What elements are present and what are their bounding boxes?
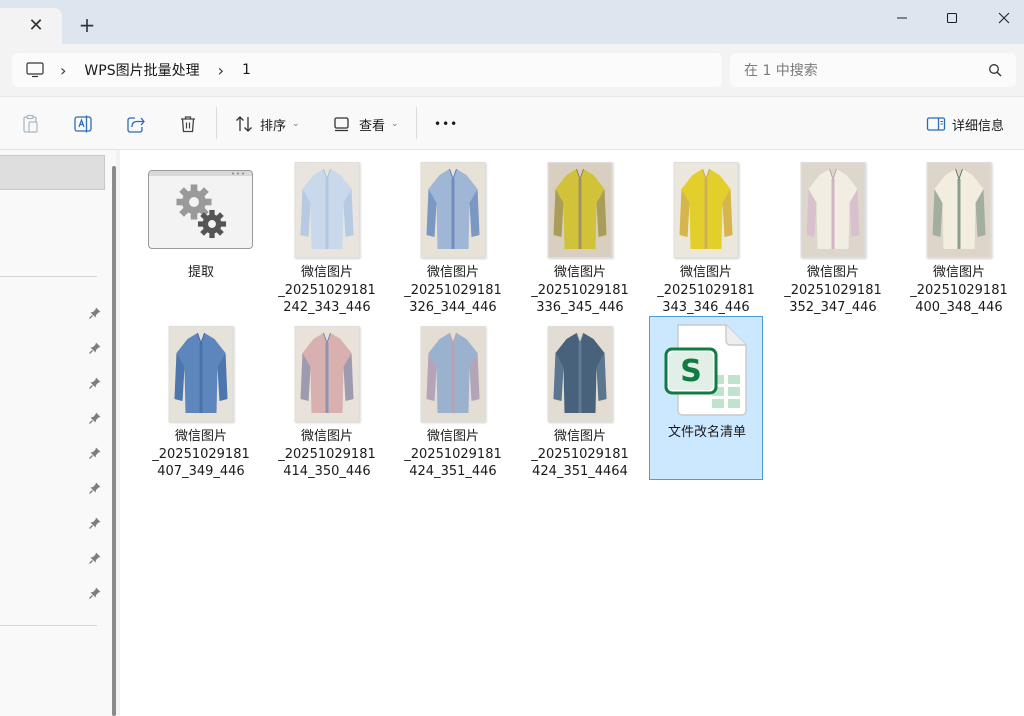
file-item[interactable]: 微信图片 _20251029181 352_347_446 xyxy=(776,152,890,316)
image-thumbnail xyxy=(673,162,739,258)
file-item[interactable]: 微信图片 _20251029181 336_345_446 xyxy=(523,152,637,316)
new-tab-button[interactable]: + xyxy=(78,15,96,35)
sort-button[interactable]: 排序 ⌄ xyxy=(234,111,300,137)
file-name-label: 微信图片 _20251029181 343_346_446 xyxy=(657,265,755,315)
file-name-label: 微信图片 _20251029181 424_351_446 xyxy=(404,429,502,479)
maximize-button[interactable] xyxy=(938,8,966,28)
image-thumbnail xyxy=(926,162,992,258)
pin-icon[interactable] xyxy=(88,585,102,599)
details-label: 详细信息 xyxy=(952,118,1005,134)
share-button[interactable] xyxy=(126,111,146,137)
close-button[interactable] xyxy=(990,8,1018,28)
delete-button[interactable] xyxy=(178,111,198,137)
navigation-pane xyxy=(0,150,116,716)
search-input[interactable]: 在 1 中搜索 xyxy=(730,53,1016,87)
file-item[interactable]: 微信图片 _20251029181 414_350_446 xyxy=(270,316,384,480)
file-grid: 提取 微信图片 _20251029181 242_343_446 微信图片 _202… xyxy=(120,150,1024,716)
file-name-label: 微信图片 _20251029181 414_350_446 xyxy=(278,429,376,479)
search-icon[interactable] xyxy=(988,63,1002,77)
image-thumbnail xyxy=(420,162,486,258)
details-pane-icon xyxy=(926,117,946,131)
image-thumbnail xyxy=(800,162,866,258)
toolbar-divider xyxy=(416,107,417,139)
application-gear-icon xyxy=(148,170,253,249)
pin-icon[interactable] xyxy=(88,305,102,319)
file-item[interactable]: 提取 xyxy=(144,152,258,316)
more-options-button[interactable]: ••• xyxy=(434,111,458,137)
command-bar: 排序 ⌄ 查看 ⌄ ••• 详细信息 xyxy=(0,96,1024,150)
chevron-down-icon: ⌄ xyxy=(391,119,399,129)
pin-icon[interactable] xyxy=(88,550,102,564)
tab-active[interactable]: ✕ xyxy=(0,8,62,44)
file-name-label: 文件改名清单 xyxy=(667,425,746,440)
file-name-label: 微信图片 _20251029181 407_349_446 xyxy=(152,429,250,479)
more-icon: ••• xyxy=(434,117,459,131)
rename-icon xyxy=(74,115,92,133)
file-name-label: 微信图片 _20251029181 242_343_446 xyxy=(278,265,376,315)
nav-divider xyxy=(0,625,97,626)
view-label: 查看 xyxy=(359,118,386,134)
file-item[interactable]: S 文件改名清单 xyxy=(649,316,763,480)
image-thumbnail xyxy=(168,326,234,422)
view-icon xyxy=(334,117,349,132)
spreadsheet-file-icon: S xyxy=(664,323,750,417)
breadcrumb-separator-icon[interactable]: › xyxy=(218,61,224,80)
image-thumbnail xyxy=(294,162,360,258)
view-button[interactable]: 查看 ⌄ xyxy=(333,111,399,137)
file-name-label: 微信图片 _20251029181 326_344_446 xyxy=(404,265,502,315)
paste-button[interactable] xyxy=(20,111,40,137)
nav-scrollbar[interactable] xyxy=(112,166,116,716)
image-thumbnail xyxy=(547,162,613,258)
address-bar[interactable]: › WPS图片批量处理 › 1 xyxy=(12,53,722,87)
file-item[interactable]: 微信图片 _20251029181 407_349_446 xyxy=(144,316,258,480)
nav-item-selected[interactable] xyxy=(0,155,105,190)
sort-label: 排序 xyxy=(260,118,287,134)
breadcrumb-wps-folder[interactable]: WPS图片批量处理 xyxy=(84,60,199,80)
file-item[interactable]: 微信图片 _20251029181 424_351_4464 xyxy=(523,316,637,480)
minimize-button[interactable] xyxy=(888,8,916,28)
details-pane-button[interactable]: 详细信息 xyxy=(926,111,1004,137)
title-bar: ✕ + xyxy=(0,0,1024,44)
maximize-icon xyxy=(946,12,958,24)
tab-close-button[interactable]: ✕ xyxy=(28,17,44,35)
address-row: › WPS图片批量处理 › 1 在 1 中搜索 xyxy=(0,44,1024,96)
pin-icon[interactable] xyxy=(88,340,102,354)
image-thumbnail xyxy=(420,326,486,422)
rename-button[interactable] xyxy=(73,111,93,137)
file-name-label: 微信图片 _20251029181 336_345_446 xyxy=(531,265,629,315)
share-icon xyxy=(127,117,145,133)
this-pc-icon[interactable] xyxy=(26,62,44,78)
file-name-label: 微信图片 _20251029181 424_351_4464 xyxy=(531,429,629,479)
sort-icon xyxy=(236,116,252,132)
breadcrumb-folder-1[interactable]: 1 xyxy=(242,62,251,78)
close-icon xyxy=(998,12,1010,24)
breadcrumb-separator-icon[interactable]: › xyxy=(60,61,66,80)
file-item[interactable]: 微信图片 _20251029181 242_343_446 xyxy=(270,152,384,316)
file-name-label: 微信图片 _20251029181 400_348_446 xyxy=(910,265,1008,315)
file-item[interactable]: 微信图片 _20251029181 326_344_446 xyxy=(396,152,510,316)
toolbar-divider xyxy=(216,107,217,139)
pin-icon[interactable] xyxy=(88,480,102,494)
nav-divider xyxy=(0,276,97,277)
file-item[interactable]: 微信图片 _20251029181 400_348_446 xyxy=(902,152,1016,316)
file-name-label: 提取 xyxy=(187,265,214,280)
chevron-down-icon: ⌄ xyxy=(292,119,300,129)
pin-icon[interactable] xyxy=(88,515,102,529)
trash-icon xyxy=(181,116,195,133)
search-placeholder: 在 1 中搜索 xyxy=(744,63,818,79)
file-item[interactable]: 微信图片 _20251029181 343_346_446 xyxy=(649,152,763,316)
pin-icon[interactable] xyxy=(88,445,102,459)
pin-icon[interactable] xyxy=(88,410,102,424)
image-thumbnail xyxy=(547,326,613,422)
minimize-icon xyxy=(897,17,907,19)
image-thumbnail xyxy=(294,326,360,422)
paste-icon xyxy=(23,114,38,133)
svg-text:S: S xyxy=(680,354,702,389)
file-item[interactable]: 微信图片 _20251029181 424_351_446 xyxy=(396,316,510,480)
pin-icon[interactable] xyxy=(88,375,102,389)
file-name-label: 微信图片 _20251029181 352_347_446 xyxy=(784,265,882,315)
